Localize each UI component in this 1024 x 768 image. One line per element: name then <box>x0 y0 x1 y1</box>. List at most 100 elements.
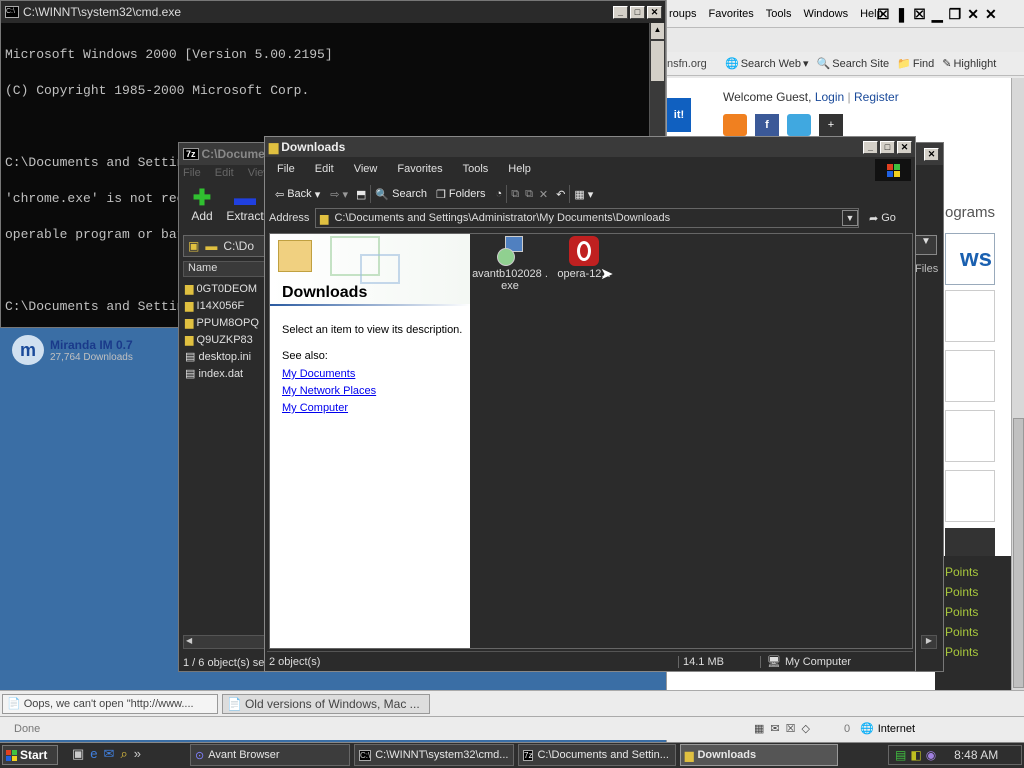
copy-to-button[interactable]: ⧉ <box>525 188 533 201</box>
pin-icon[interactable]: ❚ <box>896 6 908 23</box>
cmd-close-button[interactable]: ✕ <box>647 5 662 19</box>
extract-button[interactable]: ▬ Extract <box>225 187 265 224</box>
browser-menu-groups[interactable]: roups <box>669 8 697 20</box>
start-button[interactable]: Start <box>2 745 58 765</box>
browser-menu-favorites[interactable]: Favorites <box>709 8 754 20</box>
delete-button[interactable]: ✕ <box>539 188 548 201</box>
history-button[interactable]: ◔ <box>496 188 503 200</box>
search-site-button[interactable]: 🔍 Search Site <box>817 57 890 71</box>
sevenzip-hscroll[interactable]: ◀ <box>183 635 267 649</box>
register-link[interactable]: Register <box>854 90 899 104</box>
taskbar-item-avant[interactable]: ⊙ Avant Browser <box>190 744 350 766</box>
browser-scrollbar[interactable] <box>1011 78 1024 690</box>
explorer-minimize-button[interactable]: _ <box>863 140 878 154</box>
highlight-icon: ✎ <box>942 58 952 70</box>
sevenzip-close-button[interactable]: ✕ <box>924 147 939 161</box>
googleplus-icon[interactable]: + <box>819 114 843 136</box>
browser-menu-windows[interactable]: Windows <box>803 8 848 20</box>
search-button[interactable]: 🔍 Search <box>375 188 427 201</box>
cmd-maximize-button[interactable]: □ <box>630 5 645 19</box>
search-web-button[interactable]: 🌐 Search Web ▾ <box>725 57 809 71</box>
sevenzip-path-bar[interactable]: ▣ ▬ C:\Do <box>183 235 267 257</box>
go-button[interactable]: ➦ Go <box>869 212 896 225</box>
menu-file[interactable]: File <box>277 163 295 175</box>
menu-tools[interactable]: Tools <box>463 163 489 175</box>
folder-icon: ▆ <box>269 140 279 154</box>
tray-icon-3[interactable]: ◉ <box>926 748 936 762</box>
close-doc-icon[interactable]: ☒ <box>913 6 926 23</box>
sevenzip-menu-file[interactable]: File <box>183 167 201 179</box>
login-link[interactable]: Login <box>815 90 844 104</box>
ad-banner[interactable]: it! <box>667 98 691 132</box>
list-item[interactable]: ▆ I14X056F <box>185 298 259 315</box>
folder-icon: ▆ <box>185 300 194 312</box>
ie-icon[interactable]: e <box>90 746 97 762</box>
menu-edit[interactable]: Edit <box>315 163 334 175</box>
forward-button[interactable]: ⇨ ▾ <box>330 188 348 201</box>
sevenzip-right-dropdown[interactable]: ▼ <box>915 235 937 255</box>
add-button[interactable]: ✚ Add <box>187 187 217 224</box>
browser-tab-active[interactable]: 📄 Old versions of Windows, Mac ... <box>222 693 430 714</box>
explorer-close-button[interactable]: ✕ <box>897 140 912 154</box>
up-button[interactable]: ⬒ <box>356 188 366 201</box>
explorer-icon[interactable]: ⌕ <box>120 746 127 762</box>
tray-icon-2[interactable]: ◧ <box>910 748 921 762</box>
panel-description: Select an item to view its description. <box>282 324 463 336</box>
my-computer-link[interactable]: My Computer <box>282 400 376 417</box>
rss-icon[interactable] <box>723 114 747 136</box>
views-button[interactable]: ▦ ▾ <box>574 188 593 201</box>
folders-button[interactable]: ❐ Folders <box>436 188 486 201</box>
cmd-minimize-button[interactable]: _ <box>613 5 628 19</box>
list-item[interactable]: ▆ Q9UZKP83 <box>185 332 259 349</box>
list-item[interactable]: ▤ index.dat <box>185 366 259 383</box>
outlook-icon[interactable]: ✉ <box>104 746 115 762</box>
sevenzip-name-header[interactable]: Name <box>183 261 267 277</box>
browser-menu-tools[interactable]: Tools <box>766 8 792 20</box>
menu-favorites[interactable]: Favorites <box>397 163 442 175</box>
menu-help[interactable]: Help <box>508 163 531 175</box>
show-desktop-icon[interactable]: ▣ <box>72 746 84 762</box>
sevenzip-right-scroll[interactable]: ▶ <box>921 635 937 649</box>
taskbar-item-sevenzip[interactable]: 7z C:\Documents and Settin... <box>518 744 676 766</box>
browser-tab[interactable]: 📄 Oops, we can't open "http://www.... <box>2 693 218 714</box>
move-to-button[interactable]: ⧉ <box>511 188 519 201</box>
list-item[interactable]: ▤ desktop.ini <box>185 349 259 366</box>
network-icon[interactable]: ▤ <box>895 748 906 762</box>
facebook-icon[interactable]: f <box>755 114 779 136</box>
my-network-places-link[interactable]: My Network Places <box>282 383 376 400</box>
address-dropdown-icon[interactable]: ▼ <box>842 210 858 226</box>
twitter-icon[interactable] <box>787 114 811 136</box>
taskbar-item-downloads[interactable]: ▆ Downloads <box>680 744 838 766</box>
side-box-1 <box>945 290 995 342</box>
address-bar: Address ▆ C:\Documents and Settings\Admi… <box>269 207 913 229</box>
up-folder-icon[interactable]: ▣ <box>188 239 199 253</box>
computer-icon: 🖥 <box>767 656 781 668</box>
back-button[interactable]: ⇦ Back ▾ <box>275 188 320 201</box>
list-item[interactable]: ▆ 0GT0DEOM <box>185 281 259 298</box>
sevenzip-menu-edit[interactable]: Edit <box>215 167 234 179</box>
my-documents-link[interactable]: My Documents <box>282 366 376 383</box>
find-button[interactable]: 📁 Find <box>897 57 934 71</box>
menu-view[interactable]: View <box>354 163 378 175</box>
miranda-entry[interactable]: m Miranda IM 0.7 27,764 Downloads <box>12 334 180 366</box>
close-tab-icon[interactable]: ☒ <box>877 6 890 23</box>
highlight-button[interactable]: ✎ Highlight <box>942 57 996 71</box>
file-item[interactable]: avantb102028 .exe <box>472 236 548 292</box>
address-input[interactable]: ▆ C:\Documents and Settings\Administrato… <box>315 208 859 228</box>
windows-flag-icon <box>886 163 900 177</box>
explorer-maximize-button[interactable]: □ <box>880 140 895 154</box>
taskbar-item-cmd[interactable]: C:\ C:\WINNT\system32\cmd... <box>354 744 514 766</box>
close-icon-2[interactable]: ✕ <box>985 6 997 23</box>
more-icon[interactable]: » <box>134 746 141 762</box>
folder-icon: ▆ <box>320 212 329 225</box>
minimize-icon[interactable]: ▁ <box>932 6 943 23</box>
list-item[interactable]: ▆ PPUM8OPQ <box>185 315 259 332</box>
restore-icon[interactable]: ❐ <box>949 6 962 23</box>
clock[interactable]: 8:48 AM <box>954 748 998 762</box>
miranda-icon: m <box>12 335 44 365</box>
page-icon: 📄 <box>227 696 242 711</box>
undo-button[interactable]: ↶ <box>556 188 565 201</box>
side-logo[interactable]: ws <box>945 233 995 285</box>
close-icon[interactable]: ✕ <box>967 6 979 23</box>
url-fragment[interactable]: nsfn.org <box>667 58 717 70</box>
